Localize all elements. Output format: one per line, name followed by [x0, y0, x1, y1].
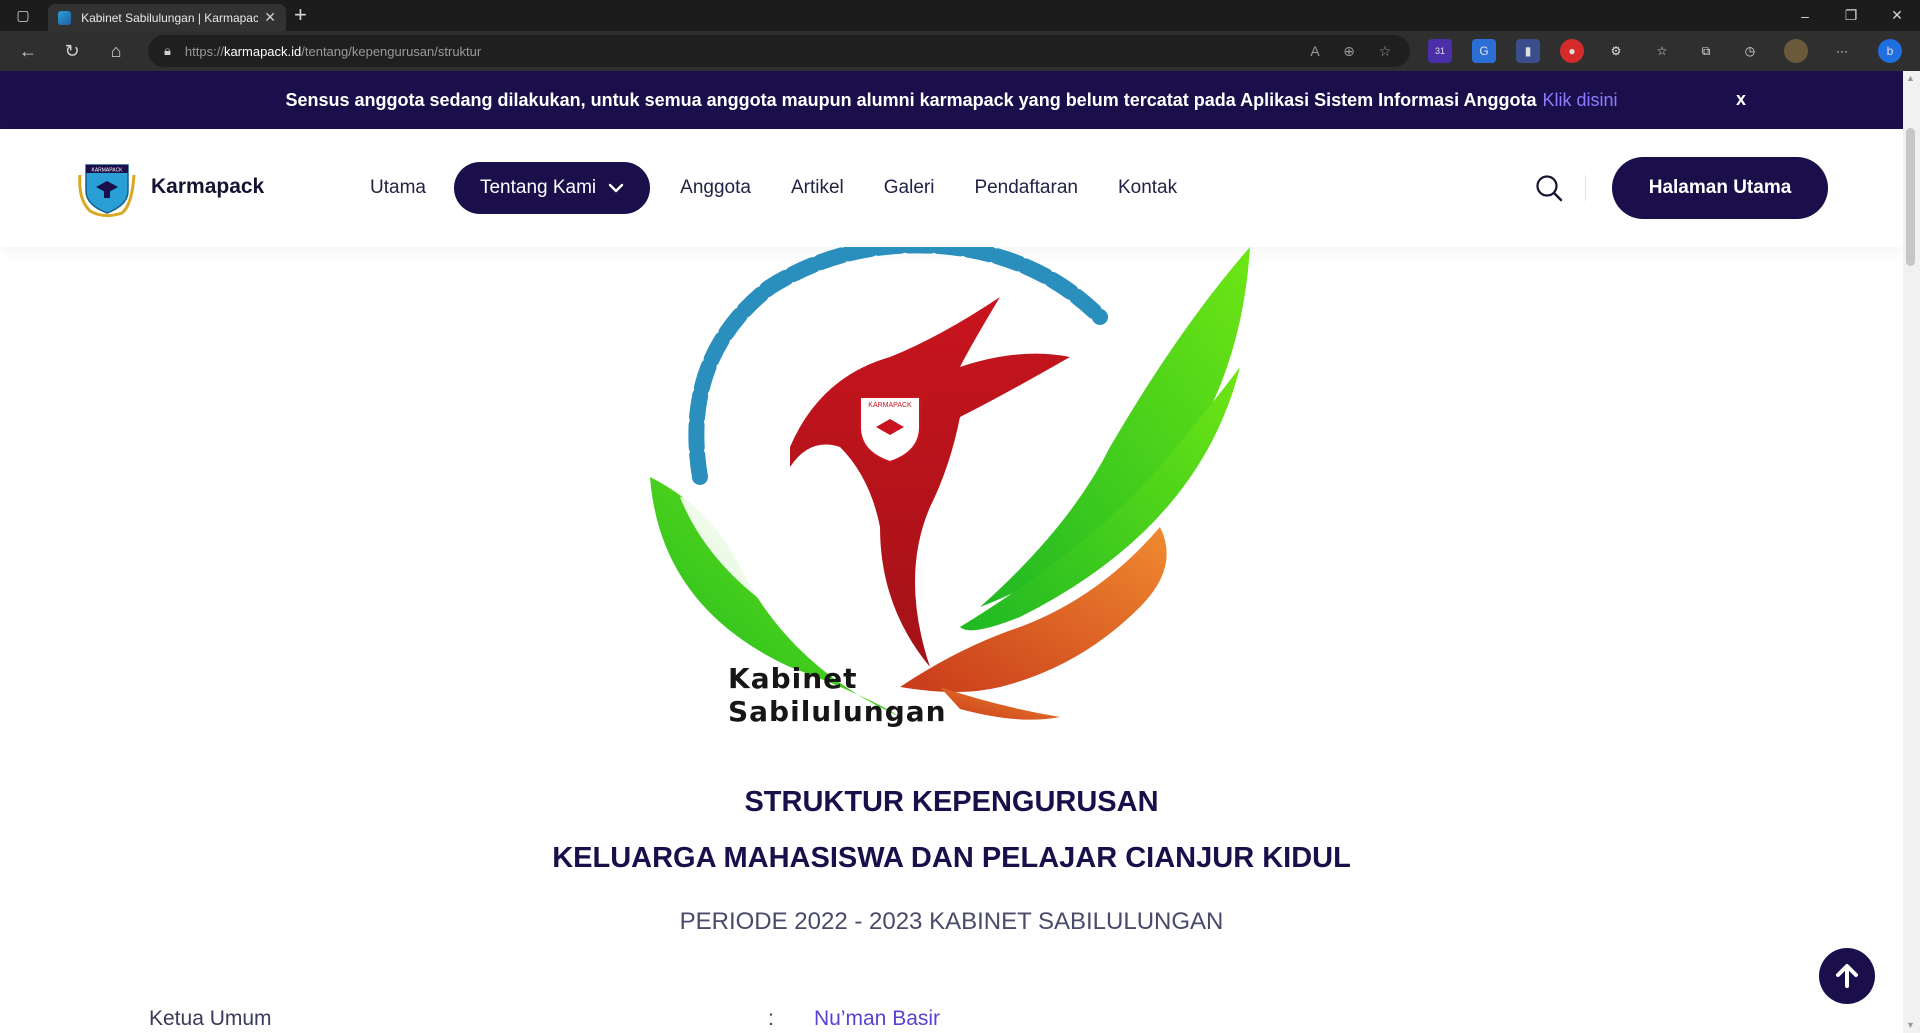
announcement-bar: Sensus anggota sedang dilakukan, untuk s… [0, 71, 1903, 129]
security-extension-icon[interactable]: ● [1560, 39, 1584, 63]
back-icon[interactable]: ← [8, 31, 48, 71]
nav-tentang-kami[interactable]: Tentang Kami [453, 162, 651, 214]
search-icon[interactable] [1534, 173, 1564, 203]
site-favicon-icon [58, 10, 72, 25]
profile-avatar[interactable] [1784, 39, 1808, 63]
nav-utama[interactable]: Utama [370, 177, 426, 199]
scroll-up-arrow-icon[interactable]: ▲ [1906, 73, 1915, 83]
row-value[interactable]: Nu’man Basir [814, 1007, 940, 1031]
browser-toolbar: ← ↻ ⌂ 🔒︎ https://karmapack.id/tentang/ke… [0, 31, 1920, 71]
site-header: KARMAPACK Karmapack Utama Tentang Kami A… [0, 129, 1903, 247]
period-text: PERIODE 2022 - 2023 KABINET SABILULUNGAN [679, 908, 1224, 935]
zoom-icon[interactable]: ⊕ [1334, 35, 1364, 67]
notification-badge: 31 [1434, 46, 1445, 56]
browser-tab-strip: ▢ Kabinet Sabilulungan | Karmapack ✕ + –… [0, 0, 1920, 31]
scrollbar-thumb[interactable] [1906, 128, 1915, 266]
copilot-icon[interactable]: b [1878, 39, 1902, 63]
announcement-message: Sensus anggota sedang dilakukan, untuk s… [286, 90, 1618, 111]
restore-icon[interactable]: ❐ [1830, 0, 1872, 31]
emblem-text: KARMAPACK [868, 402, 912, 409]
hero-caption: Kabinet Sabilulungan [728, 662, 947, 728]
favorites-icon[interactable]: ☆ [1650, 39, 1674, 63]
main-nav: Utama Tentang Kami Anggota Artikel Galer… [370, 161, 1217, 215]
hero-caption-line2: Sabilulungan [728, 695, 947, 728]
new-tab-icon[interactable]: + [294, 2, 307, 28]
back-to-top-button[interactable] [1819, 948, 1875, 1004]
nav-anggota[interactable]: Anggota [680, 177, 751, 199]
hero-caption-line1: Kabinet [728, 662, 858, 695]
row-label: Ketua Umum [149, 1007, 272, 1030]
translate-extension-icon[interactable]: G [1472, 39, 1496, 63]
header-divider [1585, 175, 1586, 201]
arrow-up-icon [1836, 964, 1858, 988]
minimize-icon[interactable]: – [1784, 0, 1826, 31]
favorite-add-icon[interactable]: ☆ [1370, 35, 1400, 67]
extensions-icon[interactable]: ⚙ [1604, 39, 1628, 63]
tab-actions-icon[interactable]: ▢ [2, 0, 44, 31]
address-bar[interactable]: 🔒︎ https://karmapack.id/tentang/kepengur… [148, 35, 1410, 67]
nav-galeri[interactable]: Galeri [884, 177, 935, 199]
more-menu-icon[interactable]: ··· [1830, 39, 1854, 63]
browser-tab[interactable]: Kabinet Sabilulungan | Karmapack ✕ [48, 4, 286, 31]
announcement-text: Sensus anggota sedang dilakukan, untuk s… [285, 89, 1537, 110]
announcement-link[interactable]: Klik disini [1542, 90, 1617, 110]
brand-name[interactable]: Karmapack [151, 175, 264, 199]
nav-tentang-label: Tentang Kami [479, 177, 597, 198]
window-close-icon[interactable]: ✕ [1876, 0, 1918, 31]
scroll-down-arrow-icon[interactable]: ▼ [1906, 1020, 1915, 1030]
read-aloud-icon[interactable]: A [1300, 35, 1330, 67]
calendar-extension-icon[interactable]: 31 [1428, 39, 1452, 63]
page-title: STRUKTUR KEPENGURUSAN [744, 786, 1159, 818]
nav-pendaftaran[interactable]: Pendaftaran [974, 177, 1078, 199]
tab-title: Kabinet Sabilulungan | Karmapack [81, 10, 259, 25]
url-text[interactable]: https://karmapack.id/tentang/kepengurusa… [185, 44, 481, 59]
karmapack-logo[interactable]: KARMAPACK [74, 157, 140, 219]
page-subtitle: KELUARGA MAHASISWA DAN PELAJAR CIANJUR K… [552, 842, 1351, 874]
refresh-icon[interactable]: ↻ [52, 31, 92, 71]
nav-kontak[interactable]: Kontak [1118, 177, 1177, 199]
collections-icon[interactable]: ⧉ [1694, 39, 1718, 63]
history-icon[interactable]: ◷ [1738, 39, 1762, 63]
tab-close-icon[interactable]: ✕ [264, 9, 276, 26]
chevron-down-icon [608, 183, 624, 193]
nav-artikel[interactable]: Artikel [791, 177, 844, 199]
announcement-close-button[interactable]: x [1736, 89, 1746, 110]
lock-icon: 🔒︎ [164, 43, 171, 58]
row-separator: : [768, 1007, 774, 1030]
halaman-utama-button[interactable]: Halaman Utama [1612, 157, 1828, 219]
home-icon[interactable]: ⌂ [96, 31, 136, 71]
logo-text: KARMAPACK [91, 168, 123, 174]
bookmark-extension-icon[interactable]: ▮ [1516, 39, 1540, 63]
